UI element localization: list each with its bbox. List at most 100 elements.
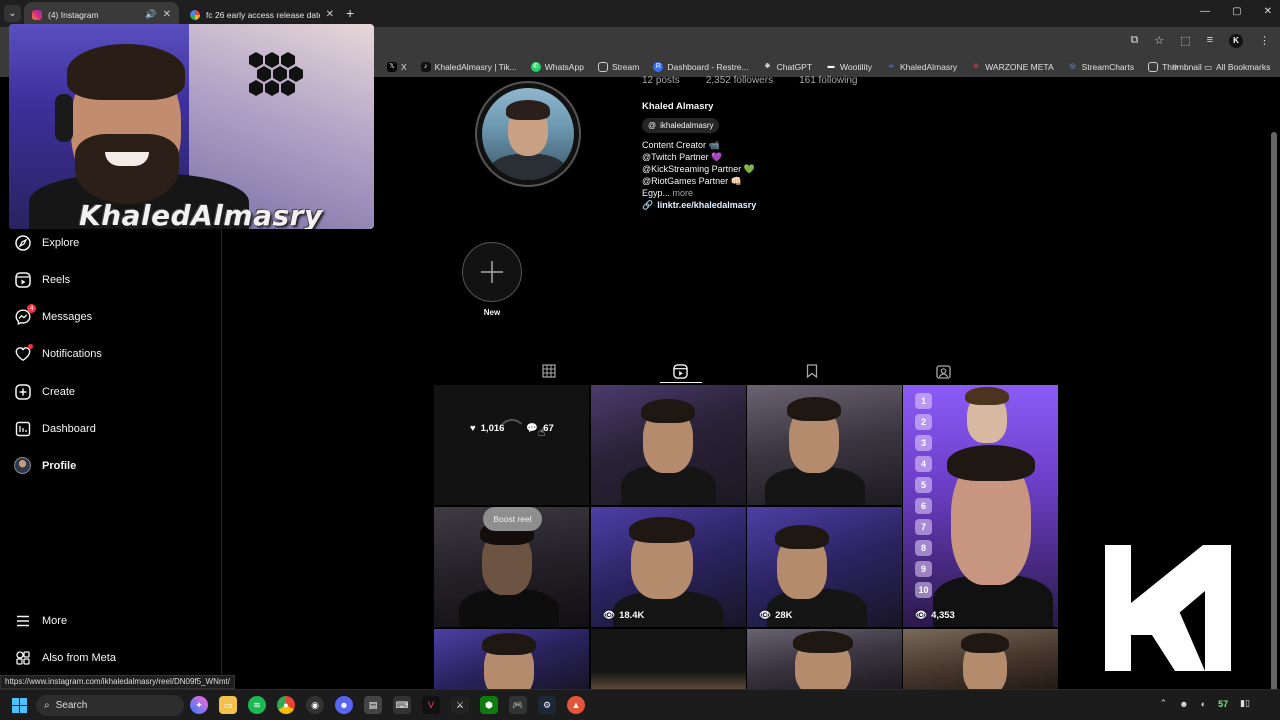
reel-views: 👁 18.4K (603, 610, 644, 621)
bookmark-whatsapp[interactable]: ✆ WhatsApp (524, 62, 591, 72)
page-scrollbar[interactable] (1271, 132, 1277, 692)
reading-list-icon[interactable]: ≡ (1207, 34, 1213, 48)
reel-tile[interactable] (591, 629, 746, 689)
sidebar-item-create[interactable]: Create (14, 383, 75, 400)
close-window-icon[interactable]: ✕ (1264, 6, 1272, 17)
tab-title: (4) Instagram (48, 9, 99, 20)
tray-app-icon[interactable]: ◐ (1201, 699, 1206, 709)
chrome-icon[interactable]: ● (277, 696, 295, 714)
sidebar-item-profile[interactable]: Profile (14, 457, 76, 474)
profile-bio: Content Creator 📹 @Twitch Partner 💜 @Kic… (642, 139, 756, 211)
close-icon[interactable]: ✕ (326, 9, 334, 20)
bookmark-wootility[interactable]: ▬ Wootility (819, 62, 879, 72)
extensions-icon[interactable]: ⬚ (1180, 34, 1190, 48)
rank-number: 6 (915, 498, 932, 514)
bookmarks-overflow-icon[interactable]: » (1172, 57, 1178, 77)
reel-tile[interactable] (591, 385, 746, 505)
windows-start-icon[interactable] (12, 698, 27, 713)
xbox-icon[interactable]: ⬢ (480, 696, 498, 714)
reel-tile-ranking[interactable]: 1 2 3 4 5 6 7 8 9 10 👁 4,353 (903, 385, 1058, 627)
reel-tile[interactable]: 👁 28K (747, 507, 902, 627)
bookmark-x[interactable]: 𝕏X (380, 62, 414, 72)
sidebar-item-reels[interactable]: Reels (14, 271, 70, 288)
bookmark-label: Dashboard - Restre... (667, 62, 749, 72)
kebab-menu-icon[interactable]: ⋮ (1259, 34, 1270, 48)
bookmark-label: KhaledAlmasry | Tik... (434, 62, 517, 72)
warzone-icon: ⊕ (973, 63, 980, 70)
obs-icon[interactable]: ◉ (306, 696, 324, 714)
file-explorer-icon[interactable]: ▭ (219, 696, 237, 714)
bookmark-tiktok[interactable]: ♪ KhaledAlmasry | Tik... (414, 62, 524, 72)
close-icon[interactable]: ✕ (163, 9, 171, 20)
search-icon: ⌕ (44, 700, 50, 711)
boost-reel-button[interactable]: Boost reel (483, 507, 542, 531)
reel-tile[interactable]: 👁 18.4K (591, 507, 746, 627)
app-red-icon[interactable]: ▲ (567, 696, 585, 714)
system-tray: ⌃ ☻ ◐ 57 ▮▯ (1160, 698, 1250, 709)
followers-count[interactable]: 2,352 followers (706, 75, 773, 86)
sidebar-item-explore[interactable]: Explore (14, 234, 79, 251)
speaker-icon[interactable]: 🔊 (145, 9, 156, 20)
views-count: 28K (775, 610, 793, 621)
chevron-up-icon[interactable]: ⌃ (1160, 698, 1168, 709)
tray-meter-icon[interactable]: ▮▯ (1240, 698, 1250, 709)
plus-square-icon (14, 383, 31, 400)
tab-tagged[interactable] (933, 361, 953, 381)
spotify-icon[interactable]: ≋ (248, 696, 266, 714)
tab-posts[interactable] (539, 361, 559, 381)
bio-line: @KickStreaming Partner 💚 (642, 164, 755, 174)
x-icon: 𝕏 (387, 62, 397, 72)
sidebar-item-more[interactable]: More (14, 612, 67, 629)
threads-handle-chip[interactable]: @ ikhaledalmasry (642, 118, 720, 133)
tab-reels[interactable] (670, 361, 690, 381)
cod-icon[interactable]: ⚔ (451, 696, 469, 714)
keyboard-app-icon[interactable]: ⌨ (393, 696, 411, 714)
maximize-icon[interactable]: ▢ (1232, 6, 1241, 17)
tab-saved[interactable] (802, 361, 822, 381)
star-icon[interactable]: ☆ (1154, 34, 1164, 48)
new-highlight-label: New (483, 308, 501, 317)
bookmark-restream[interactable]: R Dashboard - Restre... (646, 62, 755, 72)
sidebar-item-also-from-meta[interactable]: Also from Meta (14, 649, 116, 666)
rank-number: 1 (915, 393, 932, 409)
new-tab-button[interactable]: + (346, 5, 354, 21)
bookmark-label: ChatGPT (776, 62, 813, 72)
sidebar-item-messages[interactable]: 4 Messages (14, 304, 92, 325)
whatsapp-icon: ✆ (530, 62, 541, 72)
active-tab-indicator (660, 382, 702, 383)
steam-icon[interactable]: ⚙ (538, 696, 556, 714)
following-count[interactable]: 161 following (799, 75, 857, 86)
bookmark-chatgpt[interactable]: ❋ ChatGPT (756, 62, 819, 72)
sidebar-item-notifications[interactable]: Notifications (14, 344, 102, 362)
all-bookmarks-button[interactable]: ▭ All Bookmarks (1204, 57, 1270, 77)
reel-tile[interactable] (434, 629, 589, 689)
reel-tile[interactable] (903, 629, 1058, 689)
profile-avatar[interactable]: K (1229, 34, 1243, 48)
bookmark-warzone[interactable]: ⊕ WARZONE META (964, 62, 1060, 72)
likes-count: 1,016 (480, 423, 505, 434)
bookmark-meta[interactable]: ∞ KhaledAlmasry (879, 62, 964, 72)
eye-icon: 👁 (759, 610, 772, 621)
discord-icon[interactable]: ☻ (335, 696, 353, 714)
taskbar-search[interactable]: ⌕ Search (36, 695, 184, 716)
controller-icon[interactable]: 🎮 (509, 696, 527, 714)
discord-tray-icon[interactable]: ☻ (1179, 699, 1188, 709)
profile-picture[interactable] (475, 81, 581, 187)
app-icon[interactable]: ▤ (364, 696, 382, 714)
taskbar-search-label: Search (55, 700, 88, 711)
minimize-icon[interactable]: — (1200, 6, 1210, 17)
bio-more-link[interactable]: more (673, 188, 694, 198)
sidebar-item-dashboard[interactable]: Dashboard (14, 420, 96, 437)
cast-icon[interactable]: ⧉ (1130, 34, 1138, 48)
new-highlight-button[interactable] (462, 242, 522, 302)
valorant-icon[interactable]: V (422, 696, 440, 714)
tab-search-button[interactable]: ⌄ (4, 5, 21, 22)
bio-link[interactable]: 🔗 linktr.ee/khaledalmasry (642, 199, 756, 211)
reel-tile[interactable] (747, 385, 902, 505)
heart-icon (14, 344, 33, 362)
reel-tile[interactable] (747, 629, 902, 689)
copilot-icon[interactable]: ✦ (190, 696, 208, 714)
bookmark-stream[interactable]: Stream (591, 62, 646, 72)
chatgpt-icon: ❋ (764, 63, 771, 70)
bookmark-streamcharts[interactable]: ◎ StreamCharts (1061, 62, 1141, 72)
